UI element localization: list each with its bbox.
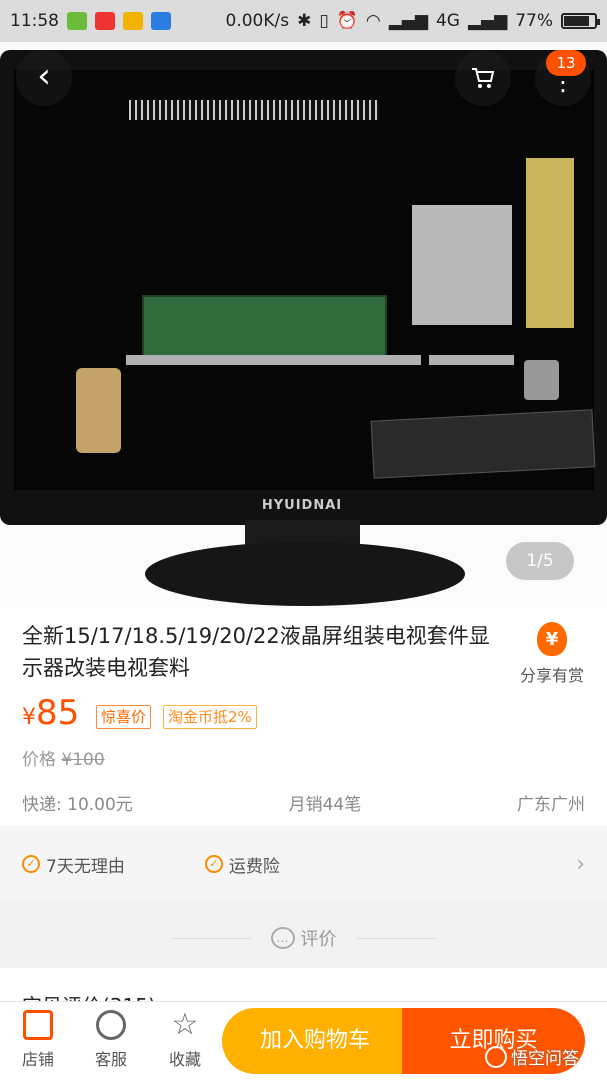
app-notification-icon xyxy=(123,12,143,30)
app-notification-icon xyxy=(95,12,115,30)
shipping-fee: 快递: 10.00元 xyxy=(22,795,133,815)
cart-button[interactable] xyxy=(455,50,511,106)
app-notification-icon xyxy=(151,12,171,30)
vibrate-icon: ▯ xyxy=(319,11,329,31)
speaker xyxy=(76,368,121,453)
shop-label: 店铺 xyxy=(21,1050,54,1069)
review-tab[interactable]: … 评价 xyxy=(0,910,607,966)
brand-plate: HYUIDNAI xyxy=(261,498,343,513)
monitor-base xyxy=(145,542,465,606)
divider xyxy=(170,937,251,939)
signal-icon: ▂▄▆ xyxy=(388,11,428,31)
add-to-cart-button[interactable]: 加入购物车 xyxy=(222,1008,408,1074)
inverter-board xyxy=(526,158,574,328)
service-label: 7天无理由 xyxy=(46,856,125,877)
delivery-meta: 快递: 10.00元 月销44笔 广东广州 xyxy=(22,790,585,815)
coin-discount-tag: 淘金币抵2% xyxy=(163,705,257,729)
check-circle-icon: ✓ xyxy=(204,855,223,873)
customer-service-button[interactable]: 客服 xyxy=(81,1010,141,1070)
remote-control xyxy=(370,409,596,479)
cart-icon xyxy=(472,68,495,88)
star-icon: ☆ xyxy=(171,1007,199,1042)
watermark: 悟空问答 xyxy=(485,1044,579,1069)
product-photo: HYUIDNAI xyxy=(0,50,607,525)
bottom-action-bar: 店铺 客服 ☆ 收藏 加入购物车 立即购买 悟空问答 xyxy=(0,1001,607,1080)
speaker xyxy=(524,360,559,400)
bracket xyxy=(126,355,421,365)
money-bag-icon: ¥ xyxy=(537,622,567,656)
ship-location: 广东广州 xyxy=(516,795,585,815)
product-info: 全新15/17/18.5/19/20/22液晶屏组装电视套件显示器改装电视套料 … xyxy=(0,608,607,826)
bracket xyxy=(429,355,514,365)
app-notification-icon xyxy=(67,12,87,30)
product-image-carousel[interactable]: HYUIDNAI ‹ ⋮ 13 1/5 xyxy=(0,42,607,608)
divider xyxy=(356,937,437,939)
status-bar: 11:58 0.00K/s ✱ ▯ ⏰ ◠ ▂▄▆ 4G ▂▄▆ 77% xyxy=(0,0,607,42)
customer-service-icon xyxy=(96,1010,126,1040)
original-price: 价格 ¥100 xyxy=(22,745,105,770)
favorite-button[interactable]: ☆ 收藏 xyxy=(155,1010,215,1070)
price-value: 85 xyxy=(36,693,80,733)
currency-symbol: ¥ xyxy=(22,705,36,730)
watermark-text: 悟空问答 xyxy=(511,1049,579,1069)
product-title: 全新15/17/18.5/19/20/22液晶屏组装电视套件显示器改装电视套料 xyxy=(22,624,490,680)
watermark-logo-icon xyxy=(485,1045,507,1068)
favorite-label: 收藏 xyxy=(168,1050,201,1069)
original-price-label: 价格 xyxy=(22,750,56,770)
bluetooth-icon: ✱ xyxy=(297,11,312,31)
battery-percent: 77% xyxy=(515,11,553,31)
chevron-left-icon: ‹ xyxy=(37,56,51,96)
surprise-price-tag: 惊喜价 xyxy=(96,705,152,729)
share-label: 分享有赏 xyxy=(519,666,584,685)
signal-icon: ▂▄▆ xyxy=(467,11,508,31)
circuit-board xyxy=(142,295,387,357)
service-item: ✓ 7天无理由 xyxy=(22,852,125,877)
price: ¥85 xyxy=(22,693,79,733)
battery-icon xyxy=(561,13,600,29)
wifi-icon: ◠ xyxy=(365,11,381,31)
original-price-value: ¥100 xyxy=(61,750,105,770)
service-label: 运费险 xyxy=(228,856,280,877)
comment-icon: … xyxy=(270,927,295,949)
share-button[interactable]: ¥ 分享有赏 xyxy=(512,622,592,686)
network-speed: 0.00K/s xyxy=(225,11,290,31)
service-row[interactable]: ✓ 7天无理由 ✓ 运费险 › xyxy=(0,826,607,902)
alarm-icon: ⏰ xyxy=(336,11,358,31)
monitor-screen xyxy=(14,70,596,490)
network-type: 4G xyxy=(435,11,460,31)
vent xyxy=(129,100,379,120)
back-button[interactable]: ‹ xyxy=(16,50,72,106)
monthly-sales: 月销44笔 xyxy=(288,795,362,815)
chevron-right-icon: › xyxy=(576,851,585,877)
shop-icon xyxy=(23,1010,53,1040)
shop-button[interactable]: 店铺 xyxy=(8,1010,68,1070)
review-tab-label: 评价 xyxy=(300,929,337,950)
check-circle-icon: ✓ xyxy=(22,855,40,873)
image-pager: 1/5 xyxy=(506,542,574,580)
cart-count-badge: 13 xyxy=(546,50,586,76)
service-item: ✓ 运费险 xyxy=(204,852,280,877)
status-time: 11:58 xyxy=(10,11,59,31)
customer-service-label: 客服 xyxy=(94,1050,127,1069)
circuit-board xyxy=(412,205,512,325)
